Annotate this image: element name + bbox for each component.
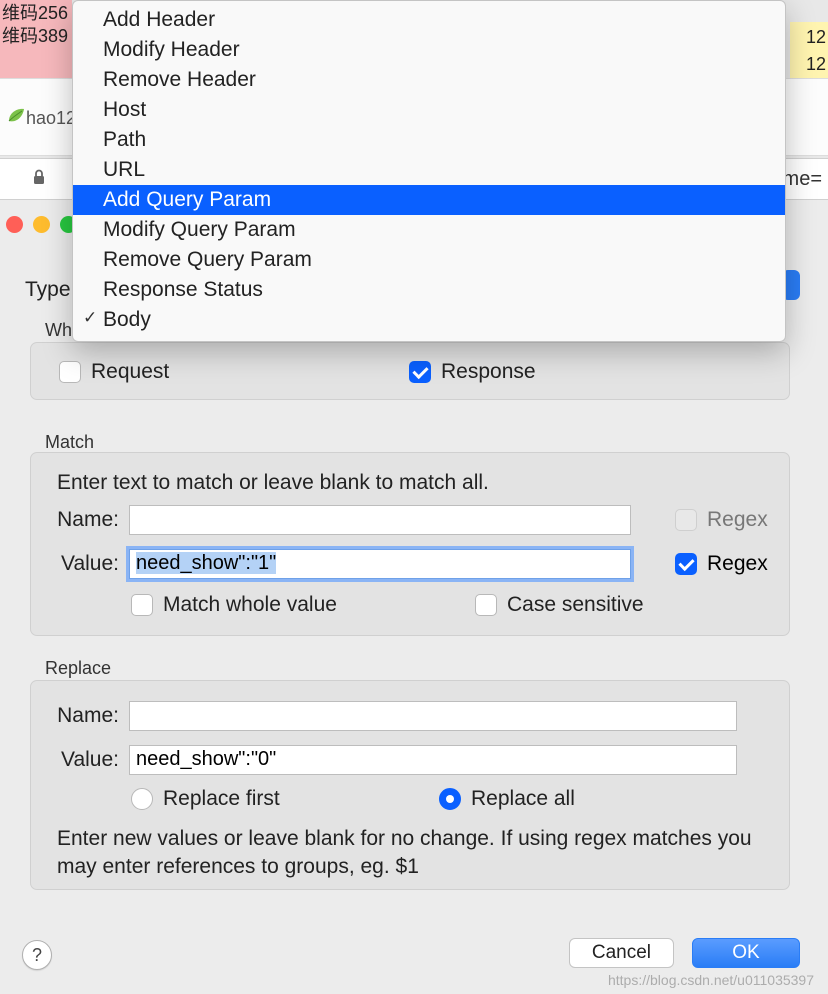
watermark-text: https://blog.csdn.net/u011035397 [608,972,814,988]
help-button[interactable]: ? [22,940,52,970]
match-panel: Enter text to match or leave blank to ma… [30,452,790,636]
dropdown-item[interactable]: Add Header [73,5,785,35]
match-hint: Enter text to match or leave blank to ma… [57,469,489,497]
dropdown-item[interactable]: URL [73,155,785,185]
regex-label: Regex [707,508,768,532]
bg-yellow-fragment: 12 12 [790,22,828,78]
request-checkbox[interactable] [59,361,81,383]
case-sensitive-row[interactable]: Case sensitive [475,593,644,617]
case-sensitive-label: Case sensitive [507,593,644,617]
dropdown-item-label: Host [103,98,146,121]
help-icon: ? [32,945,42,966]
dropdown-item-label: Body [103,308,151,331]
match-value-input[interactable]: need_show":"1" [129,549,631,579]
favorite-label[interactable]: hao12 [26,108,76,129]
replace-all-label: Replace all [471,787,575,811]
dropdown-item-label: Remove Query Param [103,248,312,271]
bg-text: 12 [792,51,826,78]
cancel-button[interactable]: Cancel [569,938,674,968]
match-name-input[interactable] [129,505,631,535]
leaf-icon [6,106,26,126]
match-whole-checkbox[interactable] [131,594,153,616]
check-icon: ✓ [83,308,97,328]
close-window-button[interactable] [6,216,23,233]
replace-value-label: Value: [53,748,119,772]
dropdown-item[interactable]: Path [73,125,785,155]
dropdown-item[interactable]: Modify Header [73,35,785,65]
regex-label: Regex [707,552,768,576]
case-sensitive-checkbox[interactable] [475,594,497,616]
replace-name-label: Name: [53,704,119,728]
response-checkbox-row[interactable]: Response [409,360,536,384]
bg-pink-fragment: 维码256 维码389 [0,0,72,78]
dropdown-item-label: Path [103,128,146,151]
type-label: Type: [25,278,76,302]
replace-first-row[interactable]: Replace first [131,787,280,811]
response-checkbox-label: Response [441,360,536,384]
dropdown-item-label: Remove Header [103,68,256,91]
dropdown-item-label: Modify Query Param [103,218,296,241]
lock-icon [32,169,46,190]
bg-text: 维码256 [2,2,70,25]
dropdown-item-label: URL [103,158,145,181]
replace-value-input[interactable]: need_show":"0" [129,745,737,775]
request-checkbox-label: Request [91,360,169,384]
dropdown-item[interactable]: Remove Query Param [73,245,785,275]
dialog-footer-buttons: Cancel OK [569,938,800,968]
window-controls [6,216,77,233]
response-checkbox[interactable] [409,361,431,383]
match-name-regex-checkbox[interactable] [675,509,697,531]
bg-text: 12 [792,24,826,51]
request-checkbox-row[interactable]: Request [59,360,169,384]
match-whole-label: Match whole value [163,593,337,617]
replace-hint: Enter new values or leave blank for no c… [57,825,757,882]
match-name-label: Name: [53,508,119,532]
replace-name-input[interactable] [129,701,737,731]
dropdown-item-label: Response Status [103,278,263,301]
match-whole-row[interactable]: Match whole value [131,593,337,617]
minimize-window-button[interactable] [33,216,50,233]
dropdown-item-label: Add Header [103,8,215,31]
match-value-regex-checkbox[interactable] [675,553,697,575]
dropdown-item[interactable]: ✓ Body [73,305,785,335]
dropdown-item[interactable]: Response Status [73,275,785,305]
dropdown-item[interactable]: Add Query Param [73,185,785,215]
dropdown-item[interactable]: Modify Query Param [73,215,785,245]
match-section-label: Match [45,432,94,453]
replace-all-radio[interactable] [439,788,461,810]
replace-first-label: Replace first [163,787,280,811]
dropdown-item[interactable]: Host [73,95,785,125]
replace-panel: Name: Value: need_show":"0" Replace firs… [30,680,790,890]
replace-all-row[interactable]: Replace all [439,787,575,811]
match-value-label: Value: [53,552,119,576]
dropdown-item-label: Modify Header [103,38,240,61]
type-dropdown[interactable]: Add Header Modify Header Remove Header Host… [72,0,786,342]
ok-button[interactable]: OK [692,938,800,968]
bg-text: 维码389 [2,25,70,48]
url-fragment: me= [783,168,822,191]
where-panel: Request Response [30,342,790,400]
replace-section-label: Replace [45,658,111,679]
dropdown-item[interactable]: Remove Header [73,65,785,95]
dropdown-item-label: Add Query Param [103,188,271,211]
replace-first-radio[interactable] [131,788,153,810]
